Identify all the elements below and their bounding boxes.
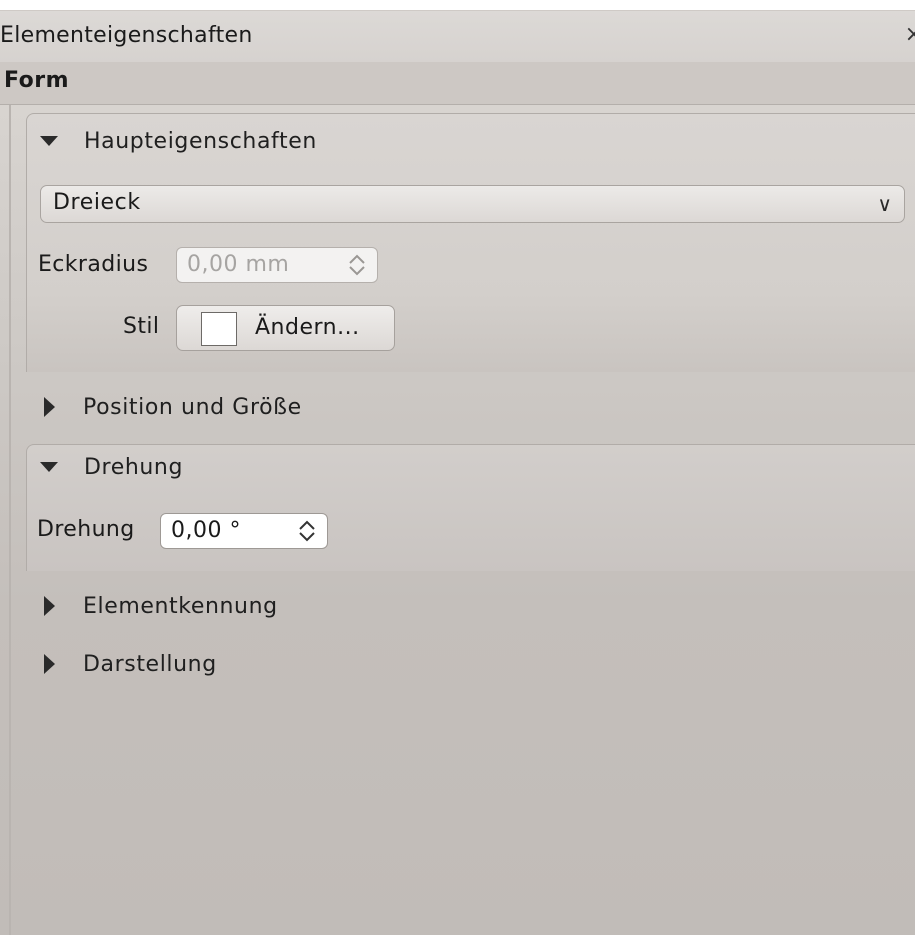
- element-id-toggle[interactable]: Elementkennung: [40, 589, 278, 623]
- expanded-arrow-icon: [40, 462, 58, 472]
- main-properties-title: Haupteigenschaften: [84, 128, 317, 154]
- chevron-down-icon: ∨: [877, 192, 892, 216]
- dock-title: Elementeigenschaften: [0, 23, 253, 48]
- spin-arrows-icon[interactable]: [347, 252, 367, 278]
- element-id-title: Elementkennung: [83, 593, 278, 619]
- dock-titlebar[interactable]: Elementeigenschaften ×: [0, 10, 915, 63]
- position-size-toggle[interactable]: Position und Größe: [40, 390, 302, 424]
- collapsed-arrow-icon: [44, 654, 55, 674]
- rotation-title: Drehung: [84, 454, 184, 480]
- item-type-header: Form: [0, 62, 915, 105]
- style-label: Stil: [123, 314, 160, 339]
- top-border: [0, 0, 915, 10]
- collapsed-arrow-icon: [44, 596, 55, 616]
- appearance-title: Darstellung: [83, 651, 217, 677]
- appearance-toggle[interactable]: Darstellung: [40, 647, 217, 681]
- change-style-button[interactable]: Ändern...: [176, 305, 395, 351]
- main-properties-toggle[interactable]: Haupteigenschaften: [40, 124, 317, 158]
- rotation-toggle[interactable]: Drehung: [40, 450, 183, 484]
- shape-type-combobox[interactable]: Dreieck ∨: [40, 185, 905, 223]
- spin-arrows-icon[interactable]: [297, 518, 317, 544]
- rotation-spinbox[interactable]: 0,00 °: [160, 513, 328, 549]
- collapsed-arrow-icon: [44, 397, 55, 417]
- rotation-value: 0,00 °: [171, 518, 241, 543]
- style-color-swatch: [201, 312, 237, 346]
- rotation-label: Drehung: [37, 517, 135, 542]
- close-icon[interactable]: ×: [905, 22, 915, 47]
- corner-radius-spinbox[interactable]: 0,00 mm: [176, 247, 378, 283]
- corner-radius-value: 0,00 mm: [187, 252, 290, 277]
- shape-type-value: Dreieck: [53, 190, 141, 215]
- item-type-label: Form: [4, 68, 70, 93]
- panel-left-edge: [9, 105, 11, 935]
- change-style-label: Ändern...: [255, 315, 360, 340]
- corner-radius-label: Eckradius: [38, 252, 149, 277]
- position-size-title: Position und Größe: [83, 394, 302, 420]
- expanded-arrow-icon: [40, 136, 58, 146]
- item-properties-dock: Elementeigenschaften × Form Haupteigensc…: [0, 0, 915, 935]
